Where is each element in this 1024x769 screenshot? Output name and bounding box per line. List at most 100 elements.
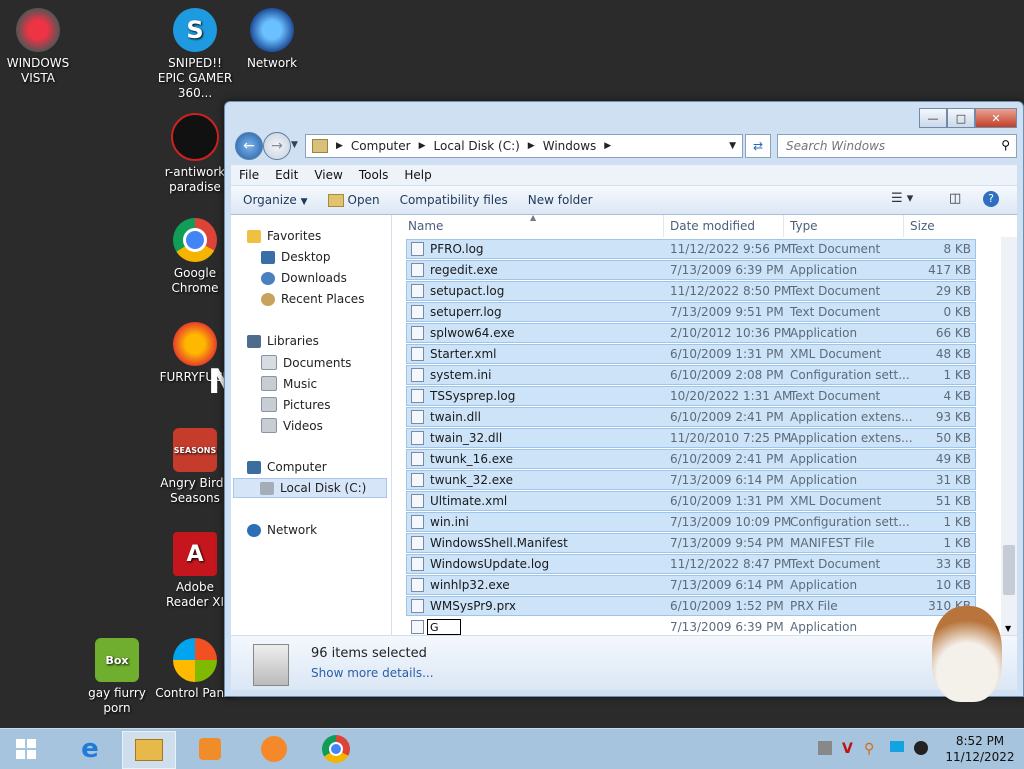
file-row[interactable]: WMSysPr9.prx 6/10/2009 1:52 PM PRX File 310… — [406, 596, 976, 616]
file-date: 6/10/2009 1:31 PM — [670, 347, 784, 361]
address-dropdown-icon[interactable]: ▼ — [729, 141, 736, 151]
scroll-down-icon[interactable]: ▼ — [1005, 624, 1011, 633]
taskbar-media-player[interactable] — [184, 731, 236, 767]
file-row[interactable]: twunk_32.exe 7/13/2009 6:14 PM Application… — [406, 470, 976, 490]
file-type: Application extens... — [790, 431, 913, 445]
nav-favorites[interactable]: Favorites — [247, 229, 321, 243]
taskbar-chrome[interactable] — [310, 731, 362, 767]
file-date: 7/13/2009 10:09 PM — [670, 515, 792, 529]
file-type: MANIFEST File — [790, 536, 875, 550]
tray-display-icon[interactable] — [890, 741, 904, 752]
file-row[interactable]: setuperr.log 7/13/2009 9:51 PM Text Docume… — [406, 302, 976, 322]
column-type[interactable]: Type — [784, 215, 904, 237]
angry-birds-icon: SEASONS — [173, 428, 217, 472]
file-row[interactable]: setupact.log 11/12/2022 8:50 PM Text Docum… — [406, 281, 976, 301]
back-button[interactable]: ← — [235, 132, 263, 160]
nav-pictures[interactable]: Pictures — [261, 397, 331, 412]
breadcrumb-windows[interactable]: Windows — [543, 139, 597, 153]
close-button[interactable]: ✕ — [975, 108, 1017, 128]
breadcrumb-local-disk[interactable]: Local Disk (C:) — [434, 139, 520, 153]
view-options-icon[interactable]: ☰ ▾ — [891, 191, 913, 206]
column-date-modified[interactable]: Date modified — [664, 215, 784, 237]
column-name[interactable]: Name — [402, 215, 664, 237]
breadcrumb-arrow-icon: ▶ — [527, 141, 535, 151]
preview-pane-icon[interactable]: ◫ — [949, 191, 961, 206]
file-date: 6/10/2009 2:08 PM — [670, 368, 784, 382]
chrome-icon — [173, 218, 217, 262]
menu-help[interactable]: Help — [396, 168, 439, 182]
forward-arrow-icon: → — [271, 138, 283, 154]
file-row[interactable]: system.ini 6/10/2009 2:08 PM Configuration… — [406, 365, 976, 385]
file-row[interactable]: twain_32.dll 11/20/2010 7:25 PM Applicatio… — [406, 428, 976, 448]
file-row[interactable]: win.ini 7/13/2009 10:09 PM Configuration s… — [406, 512, 976, 532]
maximize-button[interactable]: □ — [947, 108, 975, 128]
file-row[interactable]: regedit.exe 7/13/2009 6:39 PM Application 4… — [406, 260, 976, 280]
organize-button[interactable]: Organize ▼ — [243, 193, 308, 207]
menu-file[interactable]: File — [231, 168, 267, 182]
file-icon — [411, 326, 424, 340]
nav-local-disk[interactable]: Local Disk (C:) — [233, 478, 387, 498]
address-bar[interactable]: ▶ Computer ▶ Local Disk (C:) ▶ Windows ▶… — [305, 134, 743, 158]
nav-label: Music — [283, 376, 318, 391]
start-button[interactable] — [0, 731, 52, 767]
file-row[interactable]: winhlp32.exe 7/13/2009 6:14 PM Application… — [406, 575, 976, 595]
desktop-icon-gay-fiurry[interactable]: Box gay fiurry porn — [75, 638, 159, 716]
file-row[interactable]: Starter.xml 6/10/2009 1:31 PM XML Document… — [406, 344, 976, 364]
nav-downloads[interactable]: Downloads — [261, 271, 347, 285]
recent-pages-dropdown[interactable]: ▼ — [291, 140, 298, 150]
system-clock[interactable]: 8:52 PM 11/12/2022 — [944, 733, 1016, 765]
menu-edit[interactable]: Edit — [267, 168, 306, 182]
internet-explorer-icon: e — [81, 734, 99, 764]
menu-tools[interactable]: Tools — [351, 168, 397, 182]
nav-computer[interactable]: Computer — [247, 460, 327, 474]
column-size[interactable]: Size — [904, 215, 976, 237]
vertical-scrollbar[interactable]: ▼ — [1001, 237, 1017, 635]
multiple-files-icon — [253, 644, 289, 686]
file-row[interactable]: WindowsShell.Manifest 7/13/2009 9:54 PM MA… — [406, 533, 976, 553]
desktop-icon-network[interactable]: Network — [230, 8, 314, 71]
file-row[interactable]: twunk_16.exe 6/10/2009 2:41 PM Application… — [406, 449, 976, 469]
taskbar-app-orange[interactable] — [248, 731, 300, 767]
desktop-icon-sniped[interactable]: S SNIPED!! EPIC GAMER 360... — [153, 8, 237, 101]
nav-recent-places[interactable]: Recent Places — [261, 292, 364, 306]
search-icon[interactable]: ⚲ — [1001, 138, 1010, 152]
file-row[interactable]: WindowsUpdate.log 11/12/2022 8:47 PM Text … — [406, 554, 976, 574]
nav-videos[interactable]: Videos — [261, 418, 323, 433]
menu-view[interactable]: View — [306, 168, 350, 182]
file-row[interactable]: Ultimate.xml 6/10/2009 1:31 PM XML Documen… — [406, 491, 976, 511]
taskbar-file-explorer[interactable] — [122, 731, 176, 769]
tray-app-icon[interactable] — [818, 741, 832, 755]
new-folder-button[interactable]: New folder — [528, 193, 593, 207]
explorer-window: — □ ✕ ← → ▼ ▶ Computer ▶ Local Disk (C:)… — [224, 101, 1024, 697]
show-more-details-link[interactable]: Show more details... — [311, 666, 434, 680]
search-box[interactable]: ⚲ — [777, 134, 1017, 158]
forward-button[interactable]: → — [263, 132, 291, 160]
nav-documents[interactable]: Documents — [261, 355, 351, 370]
nav-network[interactable]: Network — [247, 523, 317, 537]
file-row[interactable]: splwow64.exe 2/10/2012 10:36 PM Applicatio… — [406, 323, 976, 343]
nav-music[interactable]: Music — [261, 376, 317, 391]
file-row[interactable]: PFRO.log 11/12/2022 9:56 PM Text Document 8… — [406, 239, 976, 259]
rename-row[interactable]: 7/13/2009 6:39 PM Application — [406, 617, 976, 635]
libraries-icon — [247, 334, 261, 348]
rename-input[interactable] — [427, 619, 461, 635]
file-size: 417 KB — [928, 263, 971, 277]
minimize-button[interactable]: — — [919, 108, 947, 128]
compatibility-files-button[interactable]: Compatibility files — [400, 193, 508, 207]
breadcrumb-computer[interactable]: Computer — [351, 139, 411, 153]
search-input[interactable] — [784, 135, 988, 157]
open-button[interactable]: Open — [327, 193, 380, 207]
tray-search-icon[interactable]: ⚲ — [864, 741, 874, 757]
refresh-button[interactable]: ⇄ — [745, 134, 771, 158]
file-row[interactable]: twain.dll 6/10/2009 2:41 PM Application ex… — [406, 407, 976, 427]
file-row[interactable]: TSSysprep.log 10/20/2022 1:31 AM Text Docu… — [406, 386, 976, 406]
help-icon[interactable]: ? — [983, 191, 999, 207]
tray-record-icon[interactable] — [914, 741, 928, 755]
nav-libraries[interactable]: Libraries — [247, 334, 319, 348]
tray-letter-icon[interactable]: V — [842, 741, 853, 757]
scroll-thumb[interactable] — [1003, 545, 1015, 595]
taskbar-internet-explorer[interactable]: e — [64, 731, 116, 767]
desktop-icon-windows-vista[interactable]: WINDOWS VISTA — [0, 8, 80, 86]
file-size: 66 KB — [935, 326, 971, 340]
nav-desktop[interactable]: Desktop — [261, 250, 331, 264]
